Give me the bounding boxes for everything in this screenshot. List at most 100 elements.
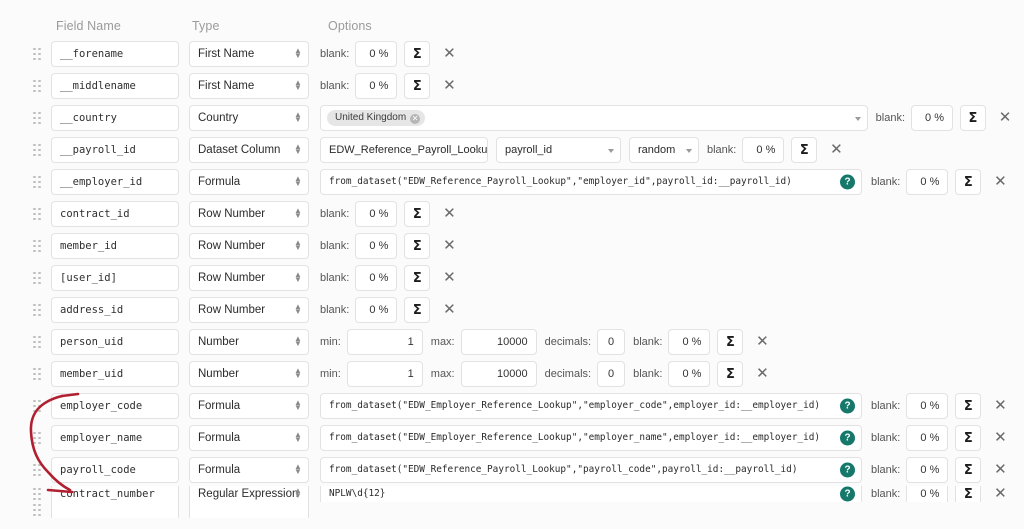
sigma-button[interactable]: Σ	[404, 41, 431, 67]
drag-handle-icon[interactable]	[33, 487, 43, 501]
stepper-icon[interactable]: ▲ ▼	[294, 111, 302, 124]
blank-percent-input[interactable]: 0 %	[668, 361, 711, 387]
field-type-select[interactable]: Formula ▲ ▼	[189, 169, 309, 195]
country-multiselect[interactable]: United Kingdom ✕	[320, 105, 868, 131]
field-name-input[interactable]: __payroll_id	[51, 137, 179, 163]
stepper-icon[interactable]: ▲ ▼	[294, 303, 302, 316]
blank-percent-input[interactable]: 0 %	[355, 297, 398, 323]
remove-field-button[interactable]: ✕	[825, 139, 847, 161]
sigma-button[interactable]: Σ	[404, 297, 431, 323]
drag-handle-icon[interactable]	[33, 399, 43, 413]
drag-handle-icon[interactable]	[33, 111, 43, 125]
drag-handle-icon[interactable]	[33, 143, 43, 157]
field-name-input[interactable]: contract_id	[51, 201, 179, 227]
field-name-input[interactable]: __middlename	[51, 73, 179, 99]
field-type-select[interactable]: Row Number ▲ ▼	[189, 233, 309, 259]
drag-handle-icon[interactable]	[33, 47, 43, 61]
blank-percent-input[interactable]: 0 %	[355, 233, 398, 259]
field-type-select[interactable]	[189, 502, 309, 518]
stepper-icon[interactable]: ▲ ▼	[294, 367, 302, 380]
sigma-button[interactable]: Σ	[955, 393, 982, 419]
sampling-mode-select[interactable]: random	[629, 137, 699, 163]
remove-field-button[interactable]: ✕	[438, 235, 460, 257]
remove-field-button[interactable]: ✕	[989, 459, 1011, 481]
drag-handle-icon[interactable]	[33, 335, 43, 349]
stepper-icon[interactable]: ▲ ▼	[294, 239, 302, 252]
remove-field-button[interactable]: ✕	[989, 171, 1011, 193]
field-name-input[interactable]: employer_name	[51, 425, 179, 451]
blank-percent-input[interactable]: 0 %	[906, 457, 949, 483]
drag-handle-icon[interactable]	[33, 271, 43, 285]
formula-input[interactable]: from_dataset("EDW_Employer_Reference_Loo…	[320, 393, 862, 419]
sigma-button[interactable]: Σ	[955, 169, 982, 195]
field-name-input[interactable]: person_uid	[51, 329, 179, 355]
blank-percent-input[interactable]: 0 %	[355, 41, 398, 67]
field-name-input[interactable]: __forename	[51, 41, 179, 67]
remove-field-button[interactable]: ✕	[994, 107, 1016, 129]
max-input[interactable]: 10000	[460, 361, 537, 387]
drag-handle-icon[interactable]	[33, 367, 43, 381]
field-type-select[interactable]: Formula ▲ ▼	[189, 457, 309, 483]
help-icon[interactable]: ?	[840, 398, 855, 414]
drag-handle-icon[interactable]	[33, 463, 43, 477]
field-type-select[interactable]: Dataset Column ▲ ▼	[189, 137, 309, 163]
sigma-button[interactable]: Σ	[955, 425, 982, 451]
field-type-select[interactable]: Regular Expression ▲ ▼	[189, 486, 309, 502]
drag-handle-icon[interactable]	[33, 303, 43, 317]
drag-handle-icon[interactable]	[33, 79, 43, 93]
decimals-input[interactable]: 0	[597, 329, 626, 355]
sigma-button[interactable]: Σ	[960, 105, 986, 131]
min-input[interactable]: 1	[346, 329, 423, 355]
formula-input[interactable]: from_dataset("EDW_Reference_Payroll_Look…	[320, 169, 862, 195]
field-type-select[interactable]: Formula ▲ ▼	[189, 393, 309, 419]
field-name-input[interactable]: member_uid	[51, 361, 179, 387]
remove-field-button[interactable]: ✕	[438, 203, 460, 225]
min-input[interactable]: 1	[346, 361, 423, 387]
field-type-select[interactable]: Row Number ▲ ▼	[189, 297, 309, 323]
blank-percent-input[interactable]: 0 %	[906, 486, 949, 502]
field-name-input[interactable]: address_id	[51, 297, 179, 323]
remove-field-button[interactable]: ✕	[751, 363, 773, 385]
remove-field-button[interactable]: ✕	[438, 267, 460, 289]
stepper-icon[interactable]: ▲ ▼	[294, 207, 302, 220]
remove-field-button[interactable]: ✕	[751, 331, 773, 353]
drag-handle-icon[interactable]	[33, 503, 43, 517]
stepper-icon[interactable]: ▲ ▼	[294, 47, 302, 60]
help-icon[interactable]: ?	[840, 462, 855, 478]
sigma-button[interactable]: Σ	[955, 457, 982, 483]
sigma-button[interactable]: Σ	[404, 201, 431, 227]
blank-percent-input[interactable]: 0 %	[742, 137, 785, 163]
dataset-column-select[interactable]: payroll_id	[496, 137, 621, 163]
sigma-button[interactable]: Σ	[717, 329, 744, 355]
regex-input[interactable]: NPLW\d{12}?	[320, 486, 862, 502]
help-icon[interactable]: ?	[840, 174, 855, 190]
field-type-select[interactable]: First Name ▲ ▼	[189, 73, 309, 99]
stepper-icon[interactable]: ▲ ▼	[294, 143, 302, 156]
dataset-select[interactable]: EDW_Reference_Payroll_Lookup	[320, 137, 488, 163]
stepper-icon[interactable]: ▲ ▼	[294, 463, 302, 476]
decimals-input[interactable]: 0	[597, 361, 626, 387]
help-icon[interactable]: ?	[840, 430, 855, 446]
blank-percent-input[interactable]: 0 %	[906, 169, 949, 195]
stepper-icon[interactable]: ▲ ▼	[294, 175, 302, 188]
formula-input[interactable]: from_dataset("EDW_Employer_Reference_Loo…	[320, 425, 862, 451]
stepper-icon[interactable]: ▲ ▼	[294, 79, 302, 92]
sigma-button[interactable]: Σ	[791, 137, 818, 163]
field-name-input[interactable]: __employer_id	[51, 169, 179, 195]
field-type-select[interactable]: Row Number ▲ ▼	[189, 201, 309, 227]
field-name-input[interactable]: payroll_code	[51, 457, 179, 483]
sigma-button[interactable]: Σ	[717, 361, 744, 387]
blank-percent-input[interactable]: 0 %	[355, 73, 398, 99]
chip-remove-icon[interactable]: ✕	[410, 114, 421, 124]
field-type-select[interactable]: Number ▲ ▼	[189, 361, 309, 387]
max-input[interactable]: 10000	[460, 329, 537, 355]
field-name-input[interactable]: __country	[51, 105, 179, 131]
sigma-button[interactable]: Σ	[404, 265, 431, 291]
remove-field-button[interactable]: ✕	[989, 486, 1011, 502]
field-type-select[interactable]: Number ▲ ▼	[189, 329, 309, 355]
remove-field-button[interactable]: ✕	[438, 43, 460, 65]
field-name-input[interactable]: member_id	[51, 233, 179, 259]
field-type-select[interactable]: First Name ▲ ▼	[189, 41, 309, 67]
drag-handle-icon[interactable]	[33, 175, 43, 189]
blank-percent-input[interactable]: 0 %	[906, 425, 949, 451]
